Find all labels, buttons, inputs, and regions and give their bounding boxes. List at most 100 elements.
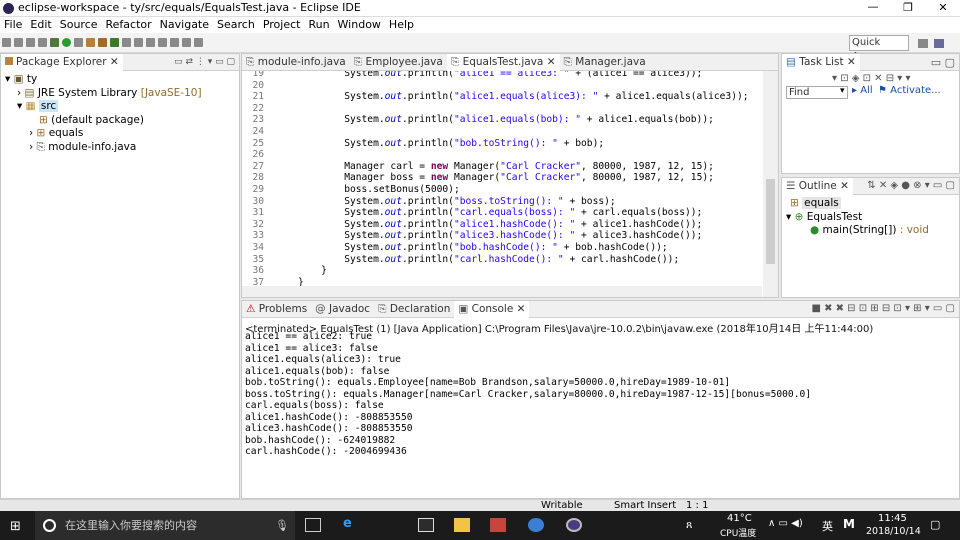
tab-console[interactable]: ▣ Console ✕ — [454, 301, 530, 318]
menu-window[interactable]: Window — [334, 17, 385, 33]
tree-item-default-package[interactable]: ⊞ (default package) — [1, 114, 239, 128]
editor-horizontal-scrollbar[interactable] — [242, 286, 762, 297]
clock-time[interactable]: 11:45 — [878, 513, 907, 524]
code-line[interactable]: 21 System.out.println("alice1.equals(ali… — [242, 91, 762, 103]
task-activate-link[interactable]: ⚑ Activate... — [878, 85, 941, 96]
tab-manager[interactable]: ⎘ Manager.java — [560, 54, 650, 71]
tab-employee[interactable]: ⎘ Employee.java — [350, 54, 447, 71]
menu-edit[interactable]: Edit — [26, 17, 55, 33]
menu-refactor[interactable]: Refactor — [102, 17, 156, 33]
minimize-view-icon[interactable]: ▭ ▢ — [931, 56, 955, 69]
code-line[interactable]: 36 } — [242, 265, 762, 277]
tab-equals-test[interactable]: ⎘ EqualsTest.java ✕ — [446, 54, 560, 71]
next-annotation-icon[interactable] — [158, 38, 167, 47]
outline-item-class[interactable]: ▾ ⊕ EqualsTest — [782, 211, 959, 225]
code-line[interactable]: 28 Manager boss = new Manager("Carl Crac… — [242, 172, 762, 184]
forward-icon[interactable] — [194, 38, 203, 47]
code-line[interactable]: 30 System.out.println("boss.toString(): … — [242, 196, 762, 208]
view-menu-icon[interactable]: ▭ ⇄ ⋮ ▾ ▭ ▢ — [174, 57, 235, 67]
windows-start-icon[interactable]: ⊞ — [10, 519, 21, 534]
save-icon[interactable] — [14, 38, 23, 47]
store-icon[interactable] — [454, 518, 470, 532]
task-find-input[interactable]: Find — [786, 86, 848, 99]
prev-annotation-icon[interactable] — [170, 38, 179, 47]
menu-file[interactable]: File — [0, 17, 26, 33]
ime-indicator[interactable]: 英 — [822, 518, 833, 534]
outline-item-package[interactable]: ⊞ equals — [782, 197, 959, 211]
find-dropdown-icon[interactable]: ▾ — [840, 86, 845, 96]
outline-toolbar[interactable]: ⇅ ✕ ◈ ● ⊗ ▾ ▭ ▢ — [867, 180, 955, 191]
menu-project[interactable]: Project — [259, 17, 305, 33]
new-java-project-icon[interactable] — [86, 38, 95, 47]
code-line[interactable]: 33 System.out.println("alice3.hashCode()… — [242, 230, 762, 242]
edge-icon[interactable]: e — [343, 516, 359, 531]
open-perspective-icon[interactable] — [918, 39, 928, 48]
tree-item-jre[interactable]: › ▤ JRE System Library [JavaSE-10] — [1, 87, 239, 101]
tab-problems[interactable]: ⚠ Problems — [242, 301, 311, 318]
editor-vertical-scrollbar[interactable] — [763, 71, 778, 297]
tab-task-list[interactable]: ▤ Task List ✕ — [782, 54, 860, 71]
tab-outline[interactable]: ☰ Outline ✕ — [782, 178, 853, 195]
tree-item-src[interactable]: ▾ ▦ src — [1, 100, 239, 114]
people-icon[interactable]: ጸ — [686, 518, 692, 532]
new-package-icon[interactable] — [98, 38, 107, 47]
task-view-icon[interactable] — [305, 518, 321, 532]
save-all-icon[interactable] — [26, 38, 35, 47]
tab-package-explorer[interactable]: Package Explorer ✕ — [1, 54, 123, 71]
menu-help[interactable]: Help — [385, 17, 418, 33]
run-icon[interactable] — [62, 38, 71, 47]
back-icon[interactable] — [182, 38, 191, 47]
code-line[interactable]: 24 — [242, 126, 762, 138]
code-line[interactable]: 29 boss.setBonus(5000); — [242, 184, 762, 196]
menu-source[interactable]: Source — [56, 17, 102, 33]
tab-declaration[interactable]: ⎘ Declaration — [374, 301, 454, 318]
search-icon[interactable] — [134, 38, 143, 47]
code-line[interactable]: 23 System.out.println("alice1.equals(bob… — [242, 114, 762, 126]
notification-icon[interactable]: ▢ — [930, 518, 940, 531]
code-editor[interactable]: 19 System.out.println("alice1 == alice3:… — [242, 71, 762, 297]
code-line[interactable]: 26 — [242, 149, 762, 161]
menu-run[interactable]: Run — [304, 17, 333, 33]
sogou-icon[interactable] — [528, 518, 544, 532]
tab-module-info[interactable]: ⎘ module-info.java — [242, 54, 350, 71]
code-line[interactable]: 20 — [242, 80, 762, 92]
mail-icon[interactable] — [418, 518, 434, 532]
tree-item-project[interactable]: ▾ ▣ ty — [1, 73, 239, 87]
minimize-button[interactable]: — — [858, 0, 888, 16]
maximize-button[interactable]: ❐ — [893, 0, 923, 16]
code-line[interactable]: 19 System.out.println("alice1 == alice3:… — [242, 71, 762, 80]
code-line[interactable]: 31 System.out.println("carl.equals(boss)… — [242, 207, 762, 219]
code-line[interactable]: 32 System.out.println("alice1.hashCode()… — [242, 219, 762, 231]
debug-icon[interactable] — [50, 38, 59, 47]
close-button[interactable]: ✕ — [928, 0, 958, 16]
print-icon[interactable] — [38, 38, 47, 47]
code-line[interactable]: 27 Manager carl = new Manager("Carl Crac… — [242, 161, 762, 173]
scrollbar-thumb[interactable] — [766, 179, 775, 264]
outline-item-method[interactable]: ● main(String[]) : void — [782, 224, 959, 238]
microphone-icon[interactable]: 🎙 — [275, 511, 289, 540]
console-toolbar[interactable]: ■ ✖ ✖ ⊟ ⊡ ⊞ ⊟ ⊡ ▾ ⊞ ▾ ▭ ▢ — [811, 303, 955, 314]
app-icon[interactable] — [490, 518, 506, 532]
clock-date[interactable]: 2018/10/14 — [866, 526, 921, 537]
code-line[interactable]: 25 System.out.println("bob.toString(): "… — [242, 138, 762, 150]
tray-icons[interactable]: ∧ ▭ ◀) — [768, 518, 803, 529]
toggle-mark-icon[interactable] — [146, 38, 155, 47]
external-tools-icon[interactable] — [74, 38, 83, 47]
tab-javadoc[interactable]: @ Javadoc — [311, 301, 374, 318]
code-line[interactable]: 22 — [242, 103, 762, 115]
java-perspective-icon[interactable] — [934, 39, 944, 48]
ime-mode-icon[interactable]: M — [843, 517, 855, 531]
task-all-link[interactable]: ▸ All — [852, 85, 873, 96]
tree-item-equals-package[interactable]: › ⊞ equals — [1, 127, 239, 141]
console-output[interactable]: alice1 == alice2: true alice1 == alice3: … — [245, 331, 811, 458]
new-icon[interactable] — [2, 38, 11, 47]
menu-navigate[interactable]: Navigate — [156, 17, 213, 33]
quick-access-input[interactable]: Quick Access — [849, 35, 909, 62]
new-class-icon[interactable] — [110, 38, 119, 47]
open-type-icon[interactable] — [122, 38, 131, 47]
code-line[interactable]: 35 System.out.println("carl.hashCode(): … — [242, 254, 762, 266]
menu-search[interactable]: Search — [213, 17, 259, 33]
taskbar-search-box[interactable]: 在这里输入你要搜索的内容 🎙 — [35, 511, 295, 540]
code-line[interactable]: 34 System.out.println("bob.hashCode(): "… — [242, 242, 762, 254]
eclipse-taskbar-icon[interactable] — [566, 518, 582, 532]
